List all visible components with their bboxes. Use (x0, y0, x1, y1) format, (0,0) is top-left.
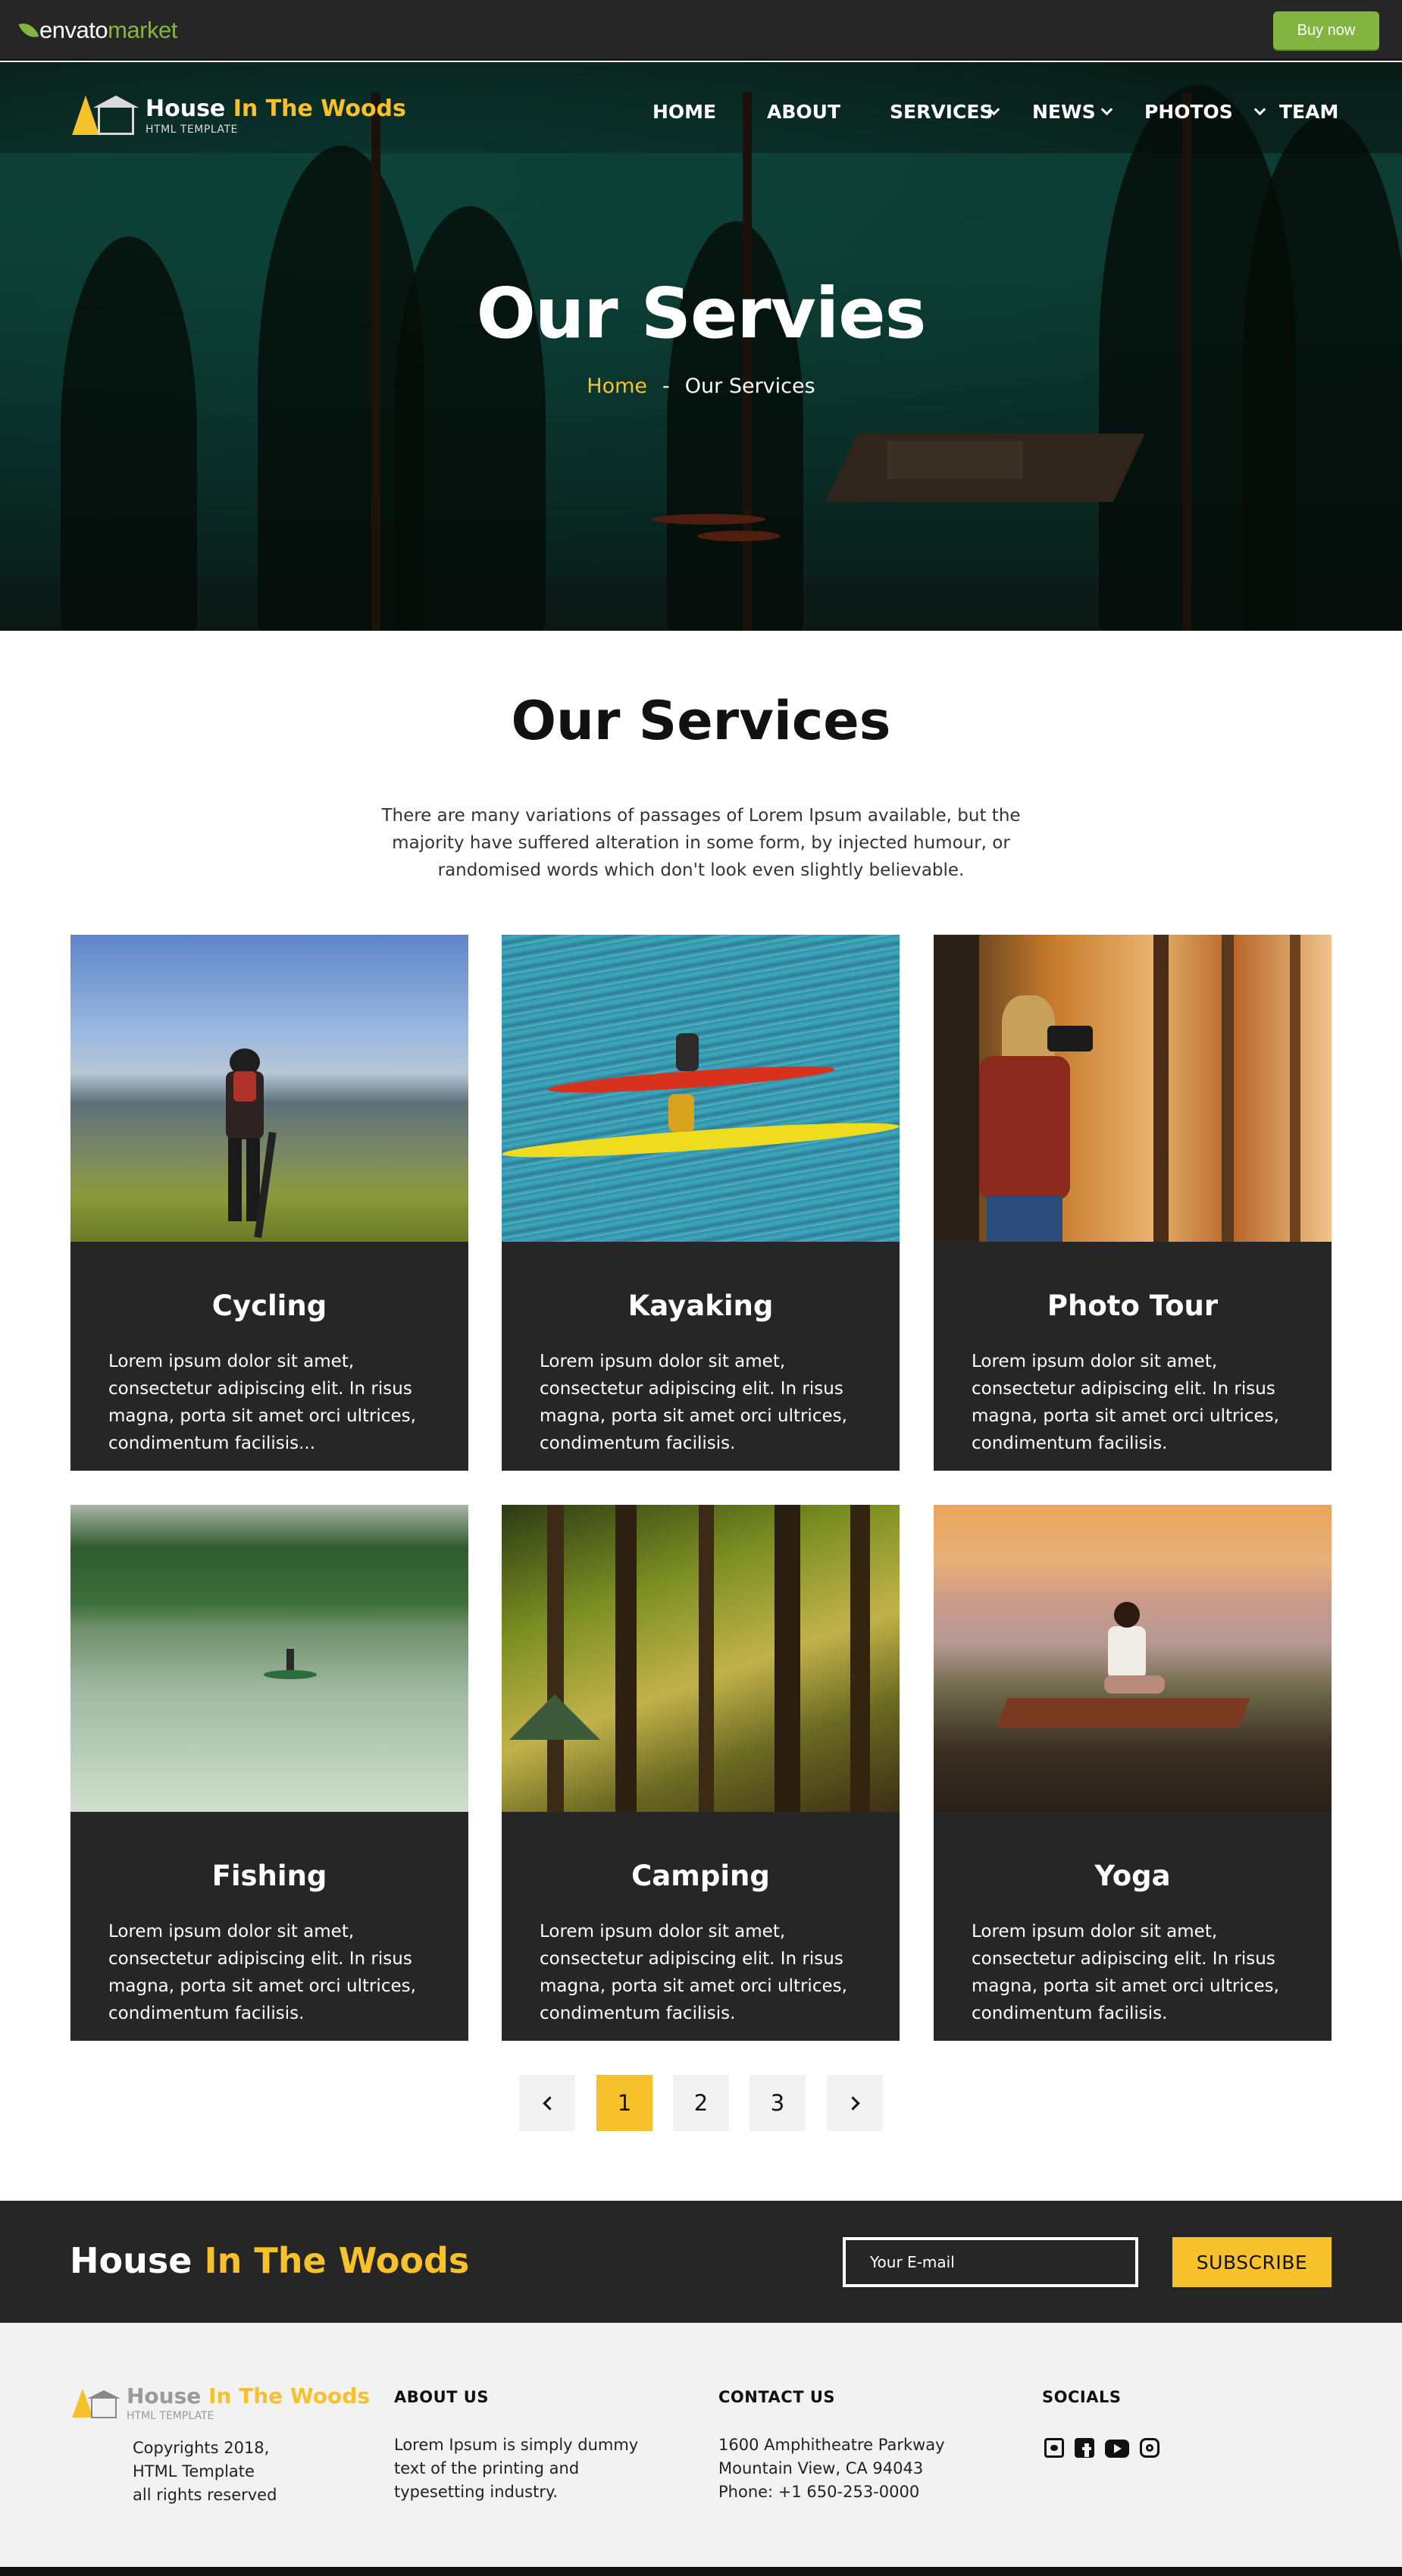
email-input[interactable] (843, 2237, 1138, 2287)
pagination-next-button[interactable] (827, 2075, 883, 2131)
card-title: Photo Tour (1047, 1290, 1219, 1322)
service-card-yoga[interactable]: Yoga Lorem ipsum dolor sit amet, consect… (934, 1505, 1332, 2041)
card-title: Yoga (1094, 1860, 1171, 1892)
card-title: Kayaking (627, 1290, 774, 1322)
service-card-cycling[interactable]: Cycling Lorem ipsum dolor sit amet, cons… (70, 935, 468, 1471)
instagram-icon[interactable] (1140, 2438, 1161, 2459)
subscribe-band: House In The Woods SUBSCRIBE (0, 2201, 1402, 2323)
subscribe-button[interactable]: SUBSCRIBE (1172, 2237, 1332, 2287)
house-tree-logo-icon (72, 91, 139, 139)
section-description: There are many variations of passages of… (381, 806, 1021, 880)
service-card-photo-tour[interactable]: Photo Tour Lorem ipsum dolor sit amet, c… (934, 935, 1332, 1471)
footer-contact-title: CONTACT US (718, 2388, 836, 2406)
cycling-photo (70, 935, 468, 1242)
hero-banner: House In The Woods HTML TEMPLATE HOME AB… (0, 62, 1402, 631)
envato-top-bar: envato market Buy now (0, 0, 1402, 61)
card-title: Fishing (211, 1860, 327, 1892)
nav-item-about[interactable]: ABOUT (767, 101, 840, 123)
footer-socials-title: SOCIALS (1042, 2388, 1122, 2406)
envato-logo-market: market (108, 17, 177, 43)
section-title: Our Services (511, 690, 891, 752)
envato-market-logo[interactable]: envato market (18, 15, 177, 45)
breadcrumb-current: Our Services (684, 374, 815, 398)
card-title: Camping (631, 1860, 770, 1892)
nav-item-home[interactable]: HOME (652, 101, 716, 123)
kayaking-photo (502, 935, 900, 1242)
footer-contact-text: 1600 Amphitheatre Parkway Mountain View,… (718, 2436, 945, 2501)
fishing-photo (70, 1505, 468, 1812)
pagination-page-1[interactable]: 1 (596, 2075, 652, 2131)
chevron-left-icon (542, 2095, 557, 2111)
card-text: Lorem ipsum dolor sit amet, consectetur … (540, 1352, 847, 1453)
service-card-fishing[interactable]: Fishing Lorem ipsum dolor sit amet, cons… (70, 1505, 468, 2041)
service-card-kayaking[interactable]: Kayaking Lorem ipsum dolor sit amet, con… (502, 935, 900, 1471)
nav-item-services[interactable]: SERVICES (890, 101, 993, 123)
breadcrumb-separator: - (662, 374, 670, 398)
footer: House In The Woods HTML TEMPLATE Copyrig… (0, 2323, 1402, 2567)
card-text: Lorem ipsum dolor sit amet, consectetur … (972, 1352, 1279, 1453)
buy-now-button[interactable]: Buy now (1273, 11, 1379, 49)
breadcrumb: Home - Our Services (0, 374, 1402, 398)
twitter-icon[interactable] (1044, 2438, 1066, 2459)
footer-logo[interactable]: House In The Woods HTML TEMPLATE (72, 2383, 370, 2422)
footer-about-text: Lorem Ipsum is simply dummy text of the … (394, 2436, 639, 2501)
yoga-photo (934, 1505, 1332, 1812)
logo-name: House In The Woods (146, 95, 406, 122)
card-text: Lorem ipsum dolor sit amet, consectetur … (540, 1922, 847, 2023)
card-text: Lorem ipsum dolor sit amet, consectetur … (972, 1922, 1279, 2023)
site-logo[interactable]: House In The Woods HTML TEMPLATE (72, 91, 406, 139)
card-text: Lorem ipsum dolor sit amet, consectetur … (108, 1352, 416, 1453)
card-text: Lorem ipsum dolor sit amet, consectetur … (108, 1922, 416, 2023)
subscribe-brand: House In The Woods (70, 2240, 470, 2281)
card-title: Cycling (211, 1290, 327, 1322)
camping-photo (502, 1505, 900, 1812)
youtube-icon[interactable] (1105, 2438, 1131, 2459)
leaf-icon (18, 19, 39, 42)
envato-logo-word: envato (39, 17, 108, 43)
footer-copyright: Copyrights 2018, HTML Template all right… (133, 2439, 277, 2504)
pagination-prev-button[interactable] (519, 2075, 575, 2131)
pagination-page-3[interactable]: 3 (750, 2075, 806, 2131)
footer-about-title: ABOUT US (394, 2388, 489, 2406)
photo-tour-photo (934, 935, 1332, 1242)
service-card-camping[interactable]: Camping Lorem ipsum dolor sit amet, cons… (502, 1505, 900, 2041)
house-tree-logo-icon (72, 2386, 120, 2421)
nav-item-news[interactable]: NEWS (1032, 101, 1096, 123)
breadcrumb-home-link[interactable]: Home (587, 374, 647, 398)
footer-logo-subtitle: HTML TEMPLATE (127, 2410, 214, 2422)
pagination-page-2[interactable]: 2 (673, 2075, 729, 2131)
nav-item-photos[interactable]: PHOTOS (1144, 101, 1233, 123)
hero-title: Our Servies (476, 273, 927, 354)
logo-subtitle: HTML TEMPLATE (146, 123, 238, 136)
nav-item-team[interactable]: TEAM (1279, 101, 1338, 123)
chevron-right-icon (845, 2095, 860, 2111)
footer-bottom-strip (0, 2567, 1402, 2576)
footer-logo-name: House In The Woods (127, 2383, 370, 2408)
facebook-icon[interactable] (1075, 2438, 1096, 2459)
